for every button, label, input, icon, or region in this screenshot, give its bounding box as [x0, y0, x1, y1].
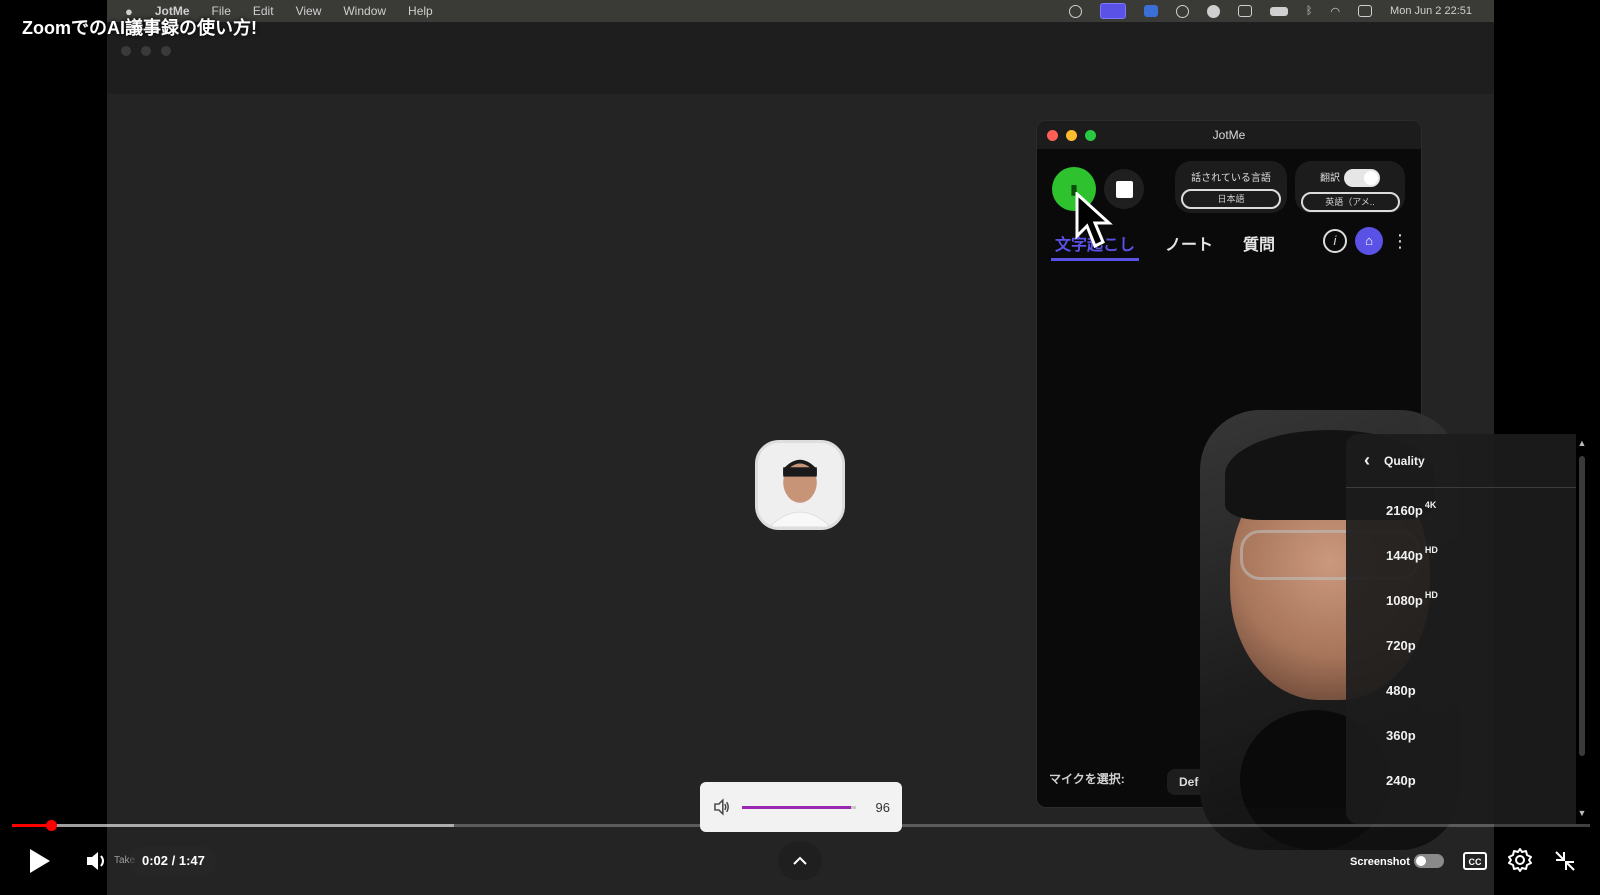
player-controls: Take 0:02 / 1:47 Screenshot CC [0, 838, 1600, 888]
chevron-up-icon [793, 856, 807, 865]
quality-option-240p[interactable]: 240p [1346, 758, 1576, 803]
zoom-toolbar-area [107, 22, 1494, 94]
zoom-dot-icon [1085, 130, 1096, 141]
screen-share-icon [1099, 3, 1126, 19]
info-icon: i [1323, 229, 1347, 253]
quality-option-1080p[interactable]: 1080p HD [1346, 578, 1576, 623]
record-status-icon [1068, 4, 1082, 18]
svg-text:CC: CC [1469, 857, 1482, 867]
translation-label: 翻訳 [1320, 173, 1340, 184]
participant-avatar [755, 440, 845, 530]
screenshot-label: Screenshot [1350, 856, 1410, 868]
mic-select-label: マイクを選択: [1049, 772, 1125, 786]
wifi-icon: ◠ [1330, 5, 1341, 18]
volume-value: 96 [875, 799, 890, 815]
quality-option-1440p[interactable]: 1440p HD [1346, 533, 1576, 578]
tab-notes: ノート [1165, 237, 1214, 254]
quality-option-360p[interactable]: 360p [1346, 713, 1576, 758]
quality-menu-scrollbar[interactable]: ▲ ▼ [1576, 438, 1588, 818]
quality-badge: HD [1424, 545, 1438, 555]
quality-menu: ‹ Quality 2160p 4K 1440p HD 1080p HD 720p 4… [1346, 434, 1576, 824]
exit-fullscreen-icon[interactable] [1552, 848, 1578, 874]
quality-option-480p[interactable]: 480p [1346, 668, 1576, 713]
volume-slider-fill [741, 805, 851, 809]
seek-handle[interactable] [46, 820, 58, 831]
more-icon: ⋮ [1391, 230, 1409, 251]
spoken-language-select: 日本語 [1180, 189, 1282, 209]
menubar-view: View [295, 4, 322, 18]
scroll-up-icon[interactable]: ▲ [1576, 438, 1588, 448]
quality-option-720p[interactable]: 720p [1346, 623, 1576, 668]
jotme-tab-icons: i ⌂ ⋮ [1323, 227, 1409, 255]
jotme-titlebar: JotMe [1037, 121, 1421, 149]
bluetooth-icon: ᛒ [1305, 5, 1313, 17]
window-controls [1047, 130, 1096, 141]
play-icon[interactable] [24, 846, 54, 876]
menubar-clock: Mon Jun 2 22:51 [1390, 5, 1472, 17]
pin-icon: ⌂ [1355, 227, 1383, 255]
translation-toggle [1344, 169, 1380, 188]
video-title: ZoomでのAI議事録の使い方! [22, 18, 257, 38]
translation-select: 英語（アメ.. [1300, 192, 1400, 213]
volume-popup: 96 [700, 782, 902, 832]
spoken-language-box: 話されている言語 日本語 [1175, 161, 1287, 213]
volume-slider[interactable] [741, 805, 856, 809]
battery-icon [1269, 6, 1288, 16]
mac-menubar: ● JotMe File Edit View Window Help ᛒ ◠ M… [107, 0, 1494, 22]
time-display: 0:02 / 1:47 [130, 846, 217, 876]
close-dot-icon [1047, 130, 1058, 141]
mouse-cursor-icon [1075, 192, 1113, 249]
quality-badge: 4K [1424, 500, 1437, 510]
expand-button[interactable] [778, 842, 822, 880]
video-player[interactable]: ● JotMe File Edit View Window Help ᛒ ◠ M… [0, 0, 1600, 895]
menubar-help: Help [408, 4, 433, 18]
captions-icon[interactable]: CC [1462, 848, 1488, 874]
scrollbar-thumb[interactable] [1579, 456, 1585, 756]
quality-menu-header[interactable]: ‹ Quality [1346, 434, 1576, 488]
quality-option-2160p[interactable]: 2160p 4K [1346, 488, 1576, 533]
speaker-icon[interactable] [712, 797, 732, 817]
quality-badge: HD [1424, 590, 1438, 600]
translation-box: 翻訳 英語（アメ.. [1295, 161, 1405, 213]
zoom-icon [1143, 5, 1158, 17]
input-source-icon [1237, 5, 1252, 17]
scroll-down-icon[interactable]: ▼ [1576, 808, 1588, 818]
status-icon [1175, 4, 1189, 18]
spoken-language-label: 話されている言語 [1191, 173, 1271, 184]
screenshot-toggle[interactable] [1414, 854, 1444, 868]
control-center-icon [1358, 5, 1373, 17]
status-icon-2 [1206, 4, 1220, 18]
jotme-window-title: JotMe [1212, 128, 1246, 142]
minimize-dot-icon [1066, 130, 1077, 141]
stop-icon [1115, 180, 1133, 198]
buffered-bar [12, 824, 454, 827]
back-chevron-icon[interactable]: ‹ [1364, 450, 1370, 471]
volume-icon[interactable] [84, 848, 110, 874]
quality-menu-title: Quality [1384, 453, 1425, 468]
settings-gear-icon[interactable] [1506, 846, 1534, 874]
tab-questions: 質問 [1243, 237, 1276, 254]
menubar-window: Window [343, 4, 387, 18]
window-dots [121, 46, 171, 56]
